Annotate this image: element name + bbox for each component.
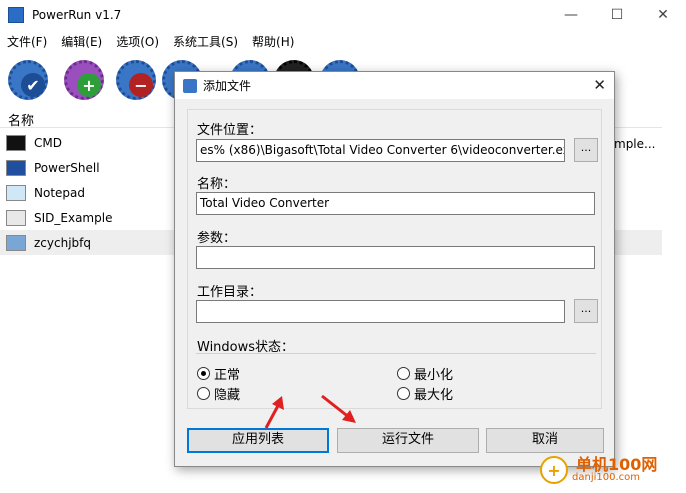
add-gear-icon: +	[64, 60, 104, 100]
title-bar: PowerRun v1.7 — ☐ ✕	[0, 0, 686, 30]
remove-button[interactable]: −	[114, 58, 158, 102]
watermark-logo-icon: +	[540, 456, 568, 484]
sid-icon	[6, 209, 26, 226]
radio-hidden[interactable]: 隐藏	[197, 384, 240, 403]
radio-hidden-dot[interactable]	[197, 387, 210, 400]
app-title: PowerRun v1.7	[32, 8, 122, 22]
workdir-field[interactable]	[196, 300, 565, 323]
radio-maximize[interactable]: 最大化	[397, 384, 453, 403]
menu-edit[interactable]: 编辑(E)	[54, 33, 109, 50]
state-separator	[196, 353, 596, 354]
app-logo-icon	[8, 7, 24, 23]
radio-maximize-label: 最大化	[414, 388, 454, 403]
radio-hidden-label: 隐藏	[214, 388, 241, 403]
workdir-label: 工作目录：	[197, 285, 263, 300]
watermark-name: 单机100网	[576, 454, 658, 474]
run-file-button[interactable]: 运行文件	[337, 428, 479, 453]
params-field[interactable]	[196, 246, 595, 269]
dialog-title: 添加文件	[203, 79, 252, 93]
radio-minimize[interactable]: 最小化	[397, 364, 453, 383]
dialog-app-icon	[183, 78, 197, 93]
name-label: 名称：	[197, 177, 237, 192]
list-item-description: mple...	[614, 137, 656, 151]
cancel-button[interactable]: 取消	[486, 428, 604, 453]
app-icon	[6, 234, 26, 251]
menu-bar: 文件(F) 编辑(E) 选项(O) 系统工具(S) 帮助(H)	[0, 30, 686, 52]
browse-dir-button[interactable]: ...	[574, 299, 598, 323]
menu-system-tools[interactable]: 系统工具(S)	[166, 33, 245, 50]
file-location-label: 文件位置：	[197, 123, 263, 138]
radio-normal[interactable]: 正常	[197, 364, 240, 383]
close-button[interactable]: ✕	[640, 0, 686, 30]
menu-options[interactable]: 选项(O)	[109, 33, 166, 50]
params-label: 参数：	[197, 231, 237, 246]
add-button[interactable]: +	[62, 58, 106, 102]
scrollbar[interactable]	[662, 108, 686, 493]
notepad-icon	[6, 184, 26, 201]
name-field[interactable]: Total Video Converter	[196, 192, 595, 215]
remove-gear-icon: −	[116, 60, 156, 100]
file-location-field[interactable]: es% (x86)\Bigasoft\Total Video Converter…	[196, 139, 565, 162]
red-arrow-icon	[321, 394, 356, 423]
check-gear-icon: ✔	[8, 60, 48, 100]
app-list-button[interactable]: 应用列表	[187, 428, 329, 453]
dialog-close-button[interactable]: ✕	[593, 76, 606, 94]
radio-normal-label: 正常	[214, 368, 241, 383]
minimize-button[interactable]: —	[548, 0, 594, 30]
menu-help[interactable]: 帮助(H)	[245, 33, 301, 50]
browse-file-button[interactable]: ...	[574, 138, 598, 162]
cmd-icon	[6, 134, 26, 151]
check-button[interactable]: ✔	[6, 58, 50, 102]
maximize-button[interactable]: ☐	[594, 0, 640, 30]
add-file-dialog: 添加文件 ✕ 文件位置： es% (x86)\Bigasoft\Total Vi…	[174, 71, 615, 467]
dialog-title-bar: 添加文件 ✕	[175, 72, 614, 99]
radio-minimize-label: 最小化	[414, 368, 454, 383]
column-name-header[interactable]: 名称	[8, 110, 34, 129]
window-controls: — ☐ ✕	[548, 0, 686, 30]
watermark: + 单机100网 danji100.com	[540, 456, 657, 484]
dialog-group-box: 文件位置： es% (x86)\Bigasoft\Total Video Con…	[187, 109, 602, 409]
radio-normal-dot[interactable]	[197, 367, 210, 380]
menu-file[interactable]: 文件(F)	[0, 33, 54, 50]
red-arrow-icon	[264, 396, 284, 429]
radio-minimize-dot[interactable]	[397, 367, 410, 380]
powershell-icon	[6, 159, 26, 176]
radio-maximize-dot[interactable]	[397, 387, 410, 400]
